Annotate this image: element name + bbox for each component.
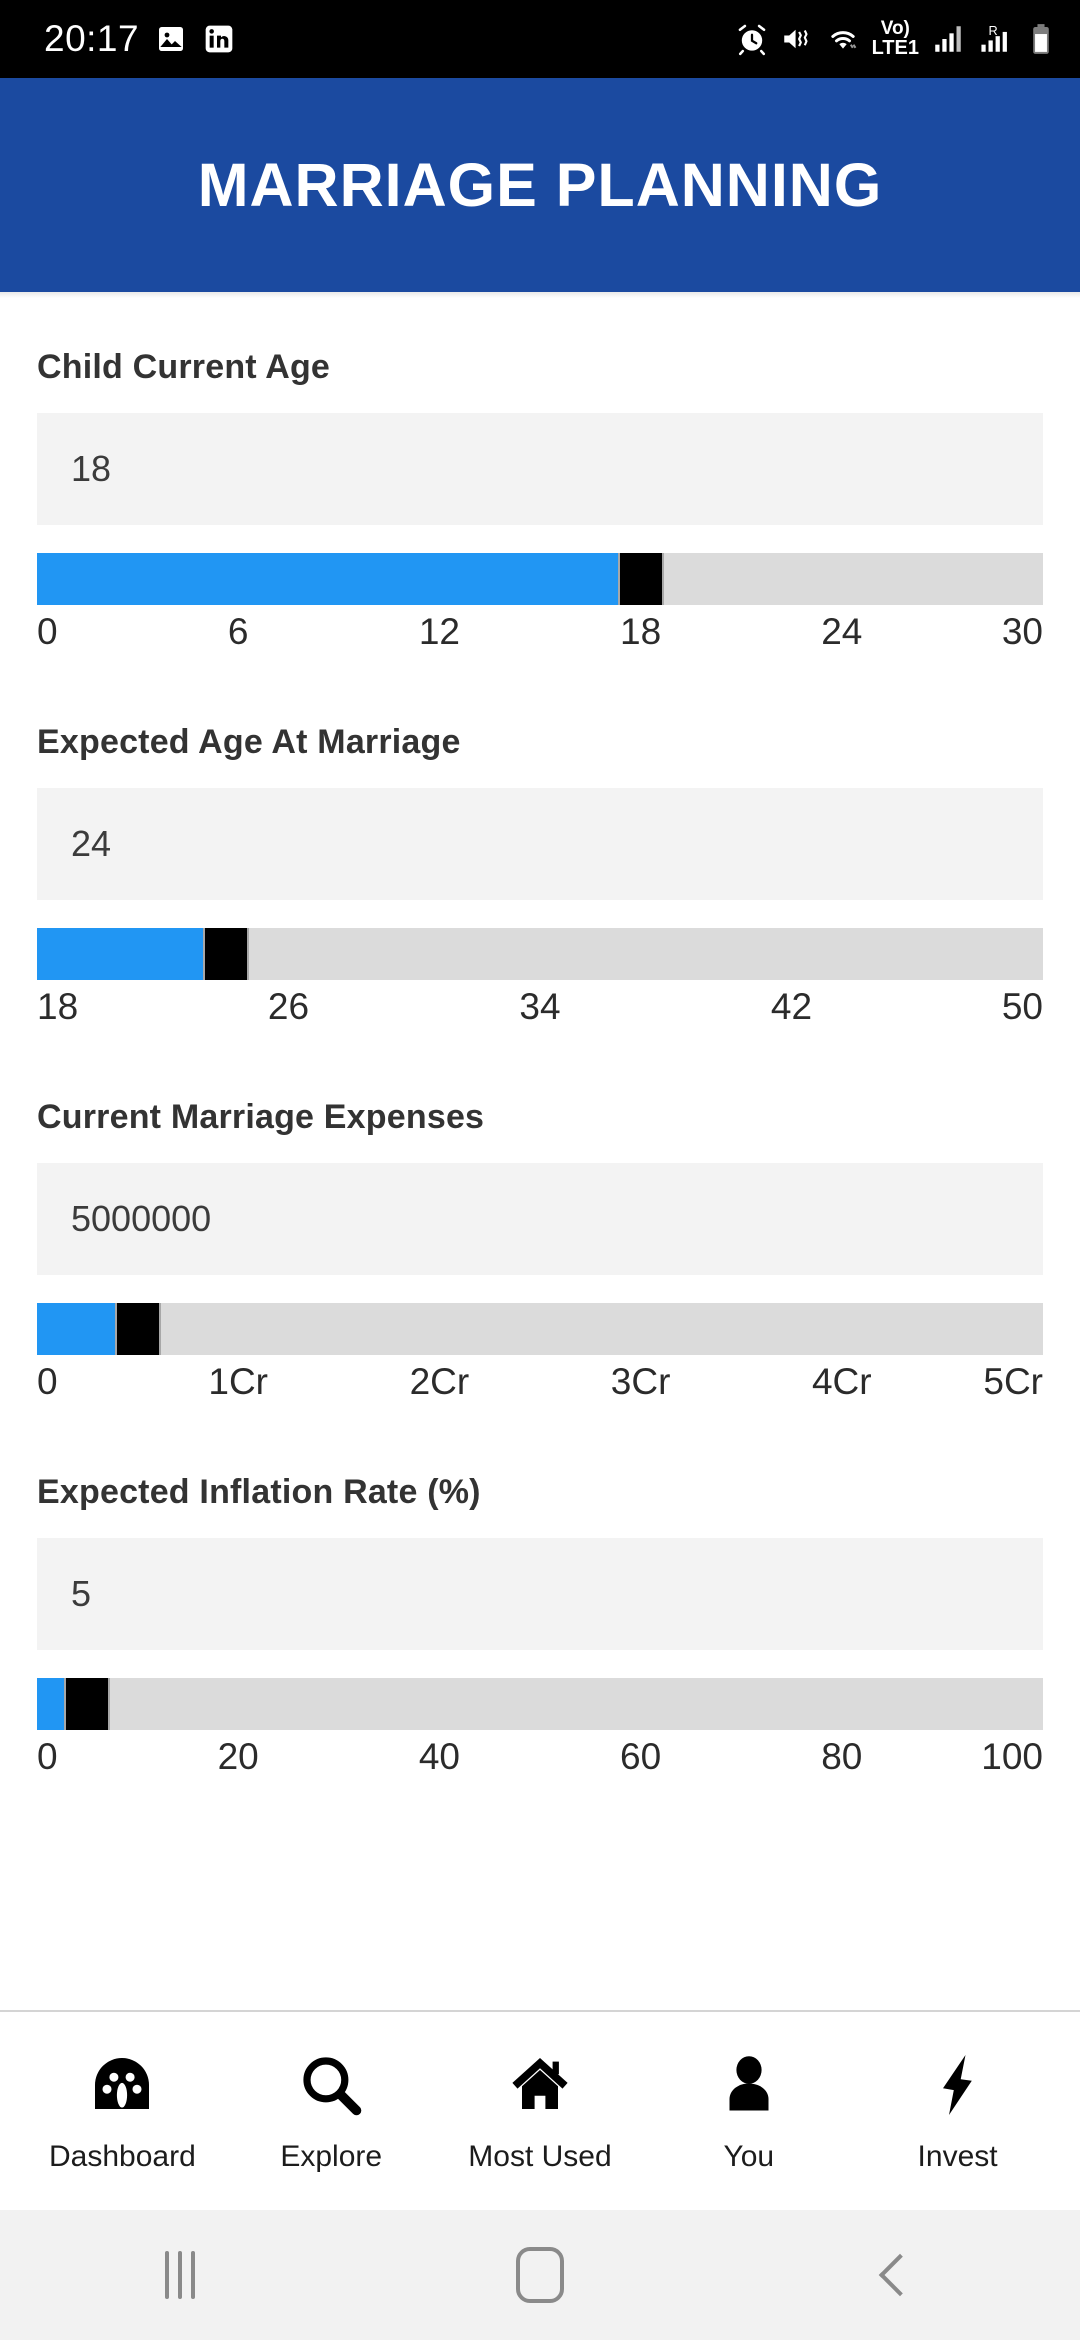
- tick-label: 42: [770, 986, 813, 1027]
- recents-icon: [165, 2251, 195, 2299]
- recents-button[interactable]: [90, 2251, 270, 2299]
- field-value: 5000000: [71, 1198, 212, 1239]
- tick-label: 24: [821, 611, 863, 652]
- bottom-navigation: Dashboard Explore Most Used You Invest: [0, 2010, 1080, 2210]
- tick-label: 2Cr: [409, 1361, 470, 1402]
- slider-track[interactable]: [37, 1303, 1043, 1355]
- slider-ticks: 0 1Cr 2Cr 3Cr 4Cr 5Cr: [37, 1361, 1043, 1417]
- field-label: Current Marriage Expenses: [37, 1098, 485, 1136]
- image-icon: [155, 23, 187, 55]
- mute-vibrate-icon: [780, 22, 814, 56]
- form-content: Child Current Age 18 0 6 12 18 24 30 Expected…: [0, 348, 1080, 1792]
- tick-label: 50: [1001, 986, 1043, 1027]
- search-icon: [295, 2049, 367, 2126]
- slider-fill: [37, 1678, 65, 1730]
- slider-ticks: 0 20 40 60 80 100: [37, 1736, 1043, 1792]
- expected-inflation-rate-input[interactable]: 5: [37, 1538, 1043, 1650]
- expected-age-at-marriage-slider[interactable]: [37, 928, 1043, 980]
- signal-icon: [930, 22, 966, 56]
- home-square-icon: [516, 2247, 564, 2303]
- field-child-current-age: Child Current Age 18 0 6 12 18 24 30: [37, 348, 1043, 667]
- slider-fill: [37, 928, 203, 980]
- slider-ticks: 18 26 34 42 50: [37, 986, 1043, 1042]
- nav-item-explore[interactable]: Explore: [231, 2049, 431, 2174]
- phone-screen: 20:17 Vo) LTE1 R MARRIAGE PLANNING Child…: [0, 0, 1080, 2340]
- nav-label: Invest: [917, 2139, 998, 2173]
- tick-label: 60: [620, 1736, 662, 1777]
- status-bar: 20:17 Vo) LTE1 R: [0, 0, 1080, 78]
- nav-label: Explore: [280, 2139, 383, 2173]
- nav-label: You: [723, 2139, 775, 2173]
- tick-label: 26: [267, 986, 310, 1027]
- nav-label: Dashboard: [49, 2139, 196, 2173]
- tick-label: 18: [37, 986, 79, 1027]
- field-value: 24: [71, 823, 112, 864]
- expected-inflation-rate-slider[interactable]: [37, 1678, 1043, 1730]
- slider-thumb[interactable]: [617, 553, 664, 605]
- tick-label: 4Cr: [811, 1361, 872, 1402]
- tick-label: 1Cr: [208, 1361, 268, 1402]
- nav-item-dashboard[interactable]: Dashboard: [22, 2049, 222, 2174]
- field-label: Expected Inflation Rate (%): [37, 1473, 481, 1511]
- alarm-icon: [735, 22, 769, 56]
- app-bar-shadow: [0, 292, 1080, 298]
- tick-label: 20: [217, 1736, 259, 1777]
- tick-label: 40: [418, 1736, 460, 1777]
- current-marriage-expenses-slider[interactable]: [37, 1303, 1043, 1355]
- status-time: 20:17: [44, 18, 140, 59]
- app-bar: MARRIAGE PLANNING: [0, 78, 1080, 292]
- tick-label: 0: [37, 611, 58, 652]
- page-title: MARRIAGE PLANNING: [197, 151, 883, 219]
- tick-label: 0: [37, 1361, 58, 1402]
- slider-thumb[interactable]: [64, 1678, 111, 1730]
- field-expected-inflation-rate: Expected Inflation Rate (%) 5 0 20 40 60 80 1…: [37, 1473, 1043, 1792]
- nav-item-you[interactable]: You: [649, 2049, 849, 2174]
- nav-item-invest[interactable]: Invest: [858, 2049, 1058, 2174]
- status-bar-right: Vo) LTE1 R: [735, 18, 1054, 59]
- wifi-icon: [825, 22, 861, 56]
- tick-label: 30: [1001, 611, 1043, 652]
- tick-label: 100: [981, 1736, 1043, 1777]
- field-label: Expected Age At Marriage: [37, 723, 461, 761]
- home-button[interactable]: [450, 2247, 630, 2303]
- slider-fill: [37, 1303, 115, 1355]
- linkedin-icon: [203, 23, 235, 55]
- child-current-age-slider[interactable]: [37, 553, 1043, 605]
- expected-age-at-marriage-input[interactable]: 24: [37, 788, 1043, 900]
- svg-text:R: R: [989, 23, 998, 38]
- field-value: 5: [71, 1573, 92, 1614]
- dashboard-gauge-icon: [86, 2049, 158, 2126]
- slider-track[interactable]: [37, 1678, 1043, 1730]
- tick-label: 80: [821, 1736, 863, 1777]
- battery-icon: [1028, 22, 1054, 56]
- roaming-signal-icon: R: [977, 22, 1017, 56]
- slider-thumb[interactable]: [202, 928, 249, 980]
- slider-ticks: 0 6 12 18 24 30: [37, 611, 1043, 667]
- home-icon: [504, 2049, 576, 2126]
- nav-label: Most Used: [468, 2139, 612, 2173]
- field-expected-age-at-marriage: Expected Age At Marriage 24 18 26 34 42 50: [37, 723, 1043, 1042]
- tick-label: 3Cr: [610, 1361, 671, 1402]
- android-navigation-bar: [0, 2210, 1080, 2340]
- tick-label: 12: [418, 611, 460, 652]
- child-current-age-input[interactable]: 18: [37, 413, 1043, 525]
- nav-item-most-used[interactable]: Most Used: [440, 2049, 640, 2174]
- slider-fill: [37, 553, 618, 605]
- field-label: Child Current Age: [37, 348, 331, 386]
- current-marriage-expenses-input[interactable]: 5000000: [37, 1163, 1043, 1275]
- field-value: 18: [71, 448, 112, 489]
- tick-label: 6: [227, 611, 249, 652]
- status-bar-left: 20:17: [44, 18, 235, 60]
- lightning-bolt-icon: [922, 2049, 994, 2126]
- back-button[interactable]: [810, 2253, 990, 2297]
- person-icon: [713, 2049, 785, 2126]
- tick-label: 18: [620, 611, 662, 652]
- volte-icon: Vo) LTE1: [871, 18, 919, 59]
- tick-label: 5Cr: [983, 1361, 1043, 1402]
- field-current-marriage-expenses: Current Marriage Expenses 5000000 0 1Cr 2C…: [37, 1098, 1043, 1417]
- tick-label: 34: [519, 986, 561, 1027]
- slider-thumb[interactable]: [114, 1303, 161, 1355]
- back-chevron-icon: [878, 2253, 922, 2297]
- tick-label: 0: [37, 1736, 58, 1777]
